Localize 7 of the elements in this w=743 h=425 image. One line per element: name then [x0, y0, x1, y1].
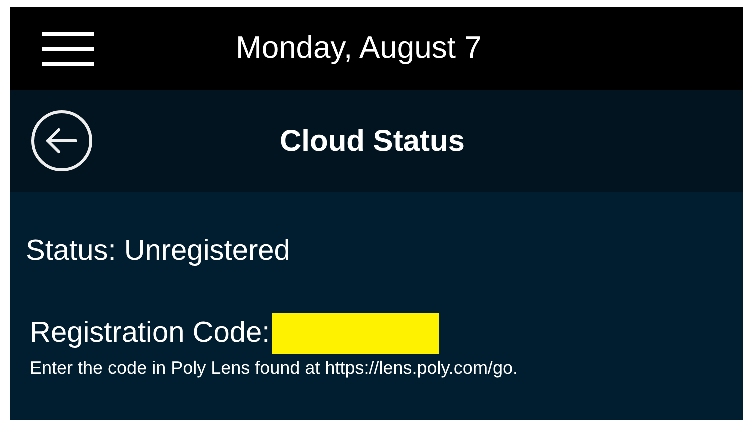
page-title: Cloud Status	[280, 124, 465, 160]
menu-icon[interactable]	[42, 32, 94, 66]
hint-text: Enter the code in Poly Lens found at https://lens.poly.com/go.	[29, 357, 519, 380]
registration-label: Registration Code:	[30, 316, 270, 350]
date-label: Monday, August 7	[236, 29, 482, 68]
back-icon[interactable]	[31, 110, 93, 172]
status-text: Status: Unregistered	[26, 234, 292, 269]
